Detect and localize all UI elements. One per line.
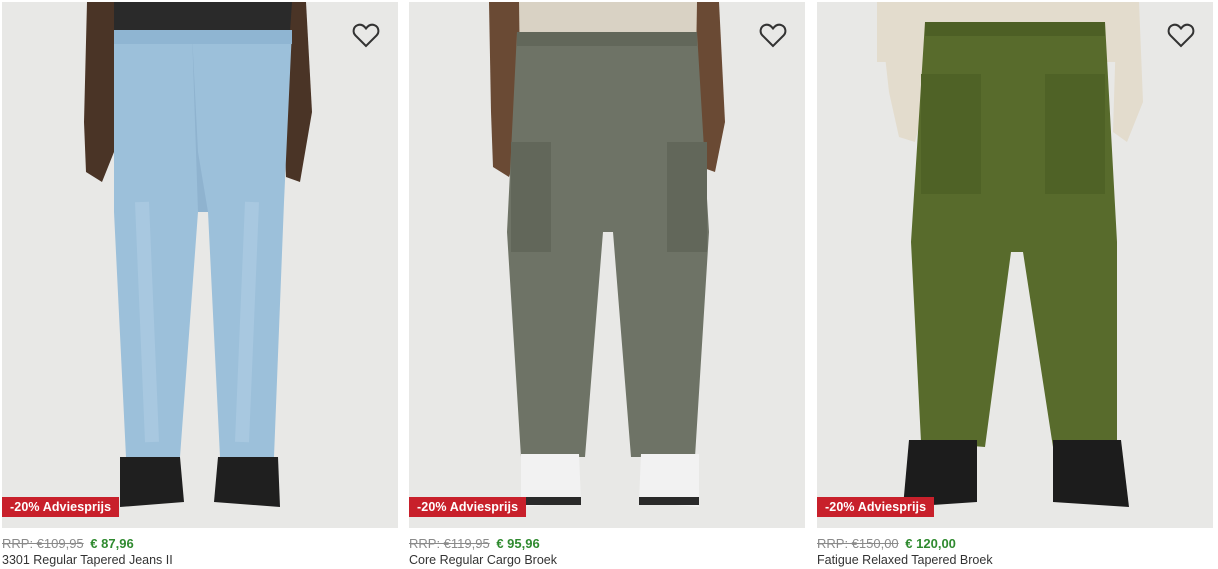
rrp-price: RRP: €119,95 <box>409 536 490 551</box>
heart-outline-icon[interactable] <box>352 22 380 48</box>
product-image[interactable]: -20% Adviesprijs <box>817 2 1213 528</box>
sale-price: € 87,96 <box>90 536 134 551</box>
sale-price: € 95,96 <box>496 536 540 551</box>
olive-fatigue-pants-photo <box>817 2 1213 528</box>
product-name[interactable]: Fatigue Relaxed Tapered Broek <box>817 553 993 568</box>
discount-badge: -20% Adviesprijs <box>409 497 527 517</box>
product-card[interactable]: -20% Adviesprijs RRP: €119,95 € 95,96 Co… <box>409 0 805 569</box>
price-row: RRP: €109,95 € 87,96 <box>2 536 134 552</box>
price-row: RRP: €150,00 € 120,00 <box>817 536 956 552</box>
product-name[interactable]: 3301 Regular Tapered Jeans II <box>2 553 173 568</box>
rrp-price: RRP: €109,95 <box>2 536 84 551</box>
rrp-price: RRP: €150,00 <box>817 536 899 551</box>
product-name[interactable]: Core Regular Cargo Broek <box>409 553 557 568</box>
price-row: RRP: €119,95 € 95,96 <box>409 536 540 552</box>
discount-badge: -20% Adviesprijs <box>817 497 935 517</box>
product-image[interactable]: -20% Adviesprijs <box>409 2 805 528</box>
discount-badge: -20% Adviesprijs <box>2 497 120 517</box>
product-card[interactable]: -20% Adviesprijs RRP: €150,00 € 120,00 F… <box>817 0 1213 569</box>
heart-outline-icon[interactable] <box>759 22 787 48</box>
heart-outline-icon[interactable] <box>1167 22 1195 48</box>
sale-price: € 120,00 <box>905 536 956 551</box>
product-image[interactable]: -20% Adviesprijs <box>2 2 398 528</box>
grey-green-cargo-pants-photo <box>409 2 805 528</box>
light-blue-denim-jeans-photo <box>2 2 398 528</box>
product-grid: -20% Adviesprijs RRP: €109,95 € 87,96 33… <box>0 0 1218 569</box>
product-card[interactable]: -20% Adviesprijs RRP: €109,95 € 87,96 33… <box>2 0 398 569</box>
